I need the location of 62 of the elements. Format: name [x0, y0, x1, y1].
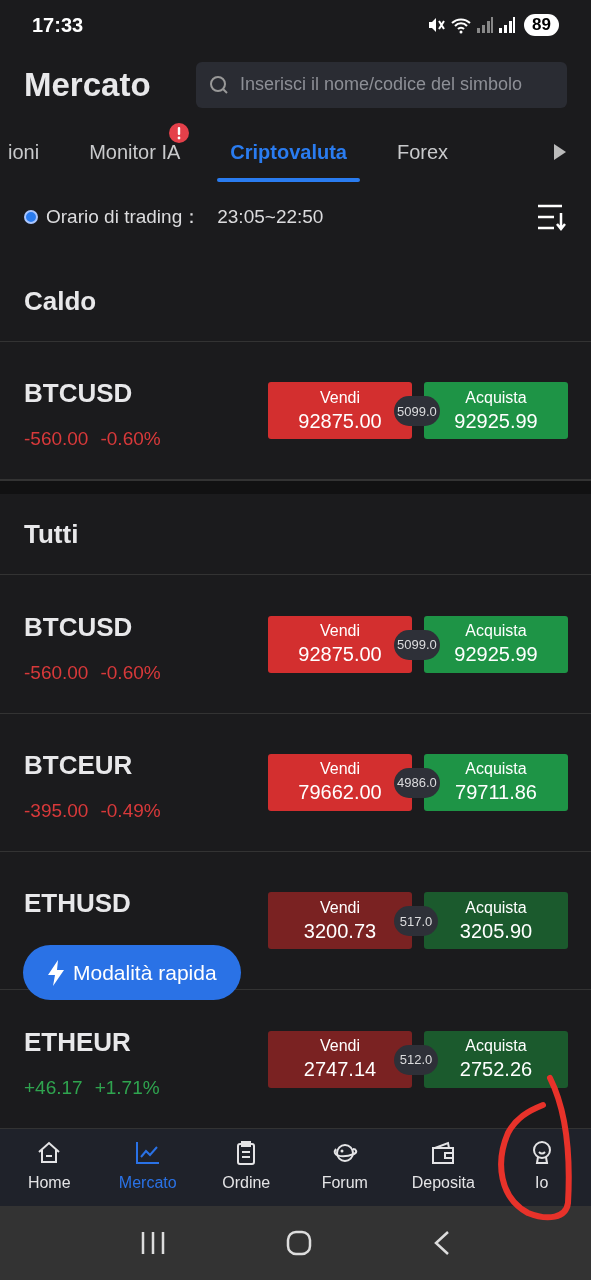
- price-change: +46.17: [24, 1075, 83, 1096]
- symbol-name: BTCUSD: [24, 610, 134, 644]
- sell-price: 79662.00: [298, 780, 382, 806]
- home-button-icon[interactable]: [286, 1229, 313, 1256]
- signal-icon: [498, 15, 517, 34]
- buy-label: Acquista: [465, 1036, 527, 1057]
- buy-price: 2752.26: [459, 1057, 533, 1083]
- buy-price: 92925.99: [454, 408, 538, 434]
- sell-label: Vendi: [319, 759, 360, 780]
- clock-time: 17:33: [32, 12, 84, 38]
- tab[interactable]: ioni: [8, 120, 65, 184]
- search-field[interactable]: Inserisci il nome/codice del simbolo: [196, 62, 567, 108]
- symbol-name: ETHEUR: [24, 1025, 132, 1059]
- sell-price: 3200.73: [303, 918, 377, 944]
- recent-apps-icon[interactable]: [140, 1230, 167, 1255]
- signal-icon: [476, 15, 495, 34]
- buy-price: 92925.99: [454, 642, 538, 667]
- battery-level: 89: [524, 13, 559, 36]
- buy-label: Acquista: [465, 387, 527, 408]
- percent-change: -0.60%: [100, 660, 161, 681]
- sell-price: 92875.00: [298, 642, 382, 667]
- nav-tab[interactable]: Ordine: [201, 1139, 292, 1196]
- buy-label: Acquista: [465, 759, 527, 780]
- scroll-right-icon[interactable]: [553, 143, 567, 162]
- nav-tab[interactable]: Mercato: [102, 1139, 193, 1196]
- percent-change: -0.49%: [100, 798, 161, 819]
- buy-price: 3205.90: [459, 918, 533, 944]
- section-title: Tutti: [24, 517, 79, 551]
- back-icon[interactable]: [432, 1229, 451, 1256]
- sell-price: 2747.14: [303, 1057, 377, 1083]
- price-change: -395.00: [24, 798, 89, 819]
- section-title: Caldo: [24, 284, 97, 318]
- tab[interactable]: Forex: [372, 120, 474, 184]
- buy-label: Acquista: [465, 897, 527, 918]
- nav-tab[interactable]: Forum: [299, 1139, 390, 1196]
- sell-price: 92875.00: [298, 408, 382, 434]
- tab[interactable]: Criptovaluta: [205, 120, 372, 184]
- sell-label: Vendi: [319, 1036, 360, 1057]
- sort-icon[interactable]: [537, 203, 567, 232]
- percent-change: +1.71%: [94, 1075, 160, 1096]
- trading-hours-value: 23:05~22:50: [217, 205, 324, 230]
- symbol-name: BTCUSD: [24, 377, 134, 411]
- quick-mode-label: Modalità rapida: [73, 959, 217, 986]
- sell-label: Vendi: [319, 897, 360, 918]
- nav-tab[interactable]: Home: [4, 1139, 95, 1196]
- search-icon: [209, 75, 229, 95]
- buy-price: 79711.86: [455, 780, 537, 806]
- quick-mode-button[interactable]: Modalità rapida: [23, 945, 241, 1000]
- lightning-icon: [47, 959, 65, 986]
- tab[interactable]: Monitor IA: [64, 120, 206, 184]
- price-change: -560.00: [24, 427, 89, 448]
- price-change: -560.00: [24, 660, 89, 681]
- buy-label: Acquista: [465, 621, 527, 641]
- symbol-name: BTCEUR: [24, 748, 134, 782]
- symbol-name: ETHUSD: [24, 887, 131, 921]
- sell-label: Vendi: [319, 387, 360, 408]
- percent-change: -0.60%: [100, 427, 161, 448]
- page-title: Mercato: [24, 65, 151, 106]
- nav-tab[interactable]: Deposita: [398, 1139, 489, 1196]
- nav-tab[interactable]: Io: [496, 1139, 587, 1196]
- sell-label: Vendi: [319, 621, 360, 641]
- trading-hours-label: Orario di trading：: [46, 205, 202, 230]
